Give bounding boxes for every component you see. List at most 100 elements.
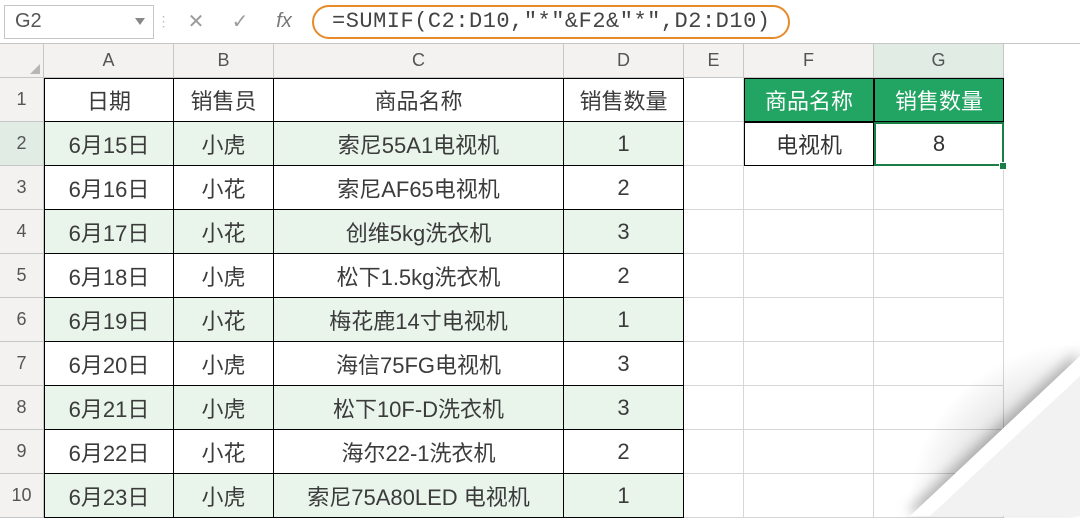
chevron-down-icon[interactable] [135,16,145,28]
cell-B3[interactable]: 小花 [174,166,274,210]
row-header[interactable]: 10 [0,474,44,518]
cell-D7[interactable]: 3 [564,342,684,386]
cell-F9[interactable] [744,430,874,474]
grid-area: A B C D E F G 日期 销售员 商品名称 销售数量 商品名称 销售数量… [44,44,1004,516]
table-row: 6月17日 小花 创维5kg洗衣机 3 [44,210,1004,254]
row-header[interactable]: 9 [0,430,44,474]
cell-G3[interactable] [874,166,1004,210]
row-header[interactable]: 2 [0,122,44,166]
cell-C2[interactable]: 索尼55A1电视机 [274,122,564,166]
cell-A10[interactable]: 6月23日 [44,474,174,518]
column-header[interactable]: E [684,44,744,78]
cell-G8[interactable] [874,386,1004,430]
cell-A5[interactable]: 6月18日 [44,254,174,298]
row-header[interactable]: 5 [0,254,44,298]
cell-F8[interactable] [744,386,874,430]
cell-D4[interactable]: 3 [564,210,684,254]
cell-B10[interactable]: 小虎 [174,474,274,518]
cell-D9[interactable]: 2 [564,430,684,474]
cell-B5[interactable]: 小虎 [174,254,274,298]
cell-A9[interactable]: 6月22日 [44,430,174,474]
row-header[interactable]: 4 [0,210,44,254]
name-box[interactable]: G2 [4,5,154,39]
fx-icon[interactable]: fx [262,5,306,39]
row-header[interactable]: 6 [0,298,44,342]
cell-G2[interactable]: 8 [874,122,1004,166]
cell-C9[interactable]: 海尔22-1洗衣机 [274,430,564,474]
cell-G6[interactable] [874,298,1004,342]
fill-handle-icon[interactable] [999,162,1007,170]
cell-E4[interactable] [684,210,744,254]
cancel-formula-button[interactable]: ✕ [174,5,218,39]
cell-D10[interactable]: 1 [564,474,684,518]
cell-C10[interactable]: 索尼75A80LED 电视机 [274,474,564,518]
row-header[interactable]: 8 [0,386,44,430]
cell-F7[interactable] [744,342,874,386]
cell-C5[interactable]: 松下1.5kg洗衣机 [274,254,564,298]
cell-C1[interactable]: 商品名称 [274,78,564,122]
cell-D1[interactable]: 销售数量 [564,78,684,122]
cell-F5[interactable] [744,254,874,298]
cell-E8[interactable] [684,386,744,430]
column-header[interactable]: C [274,44,564,78]
cell-G10[interactable] [874,474,1004,518]
row-header[interactable]: 3 [0,166,44,210]
cell-A7[interactable]: 6月20日 [44,342,174,386]
cell-B6[interactable]: 小花 [174,298,274,342]
cell-D2[interactable]: 1 [564,122,684,166]
cell-A8[interactable]: 6月21日 [44,386,174,430]
cell-E9[interactable] [684,430,744,474]
cell-G4[interactable] [874,210,1004,254]
cell-E1[interactable] [684,78,744,122]
formula-text: =SUMIF(C2:D10,"*"&F2&"*",D2:D10) [332,9,770,34]
cell-C6[interactable]: 梅花鹿14寸电视机 [274,298,564,342]
cell-A4[interactable]: 6月17日 [44,210,174,254]
cell-E7[interactable] [684,342,744,386]
cell-A1[interactable]: 日期 [44,78,174,122]
formula-input[interactable]: =SUMIF(C2:D10,"*"&F2&"*",D2:D10) [312,5,790,39]
cell-C8[interactable]: 松下10F-D洗衣机 [274,386,564,430]
table-row: 6月22日 小花 海尔22-1洗衣机 2 [44,430,1004,474]
cell-D6[interactable]: 1 [564,298,684,342]
cell-B1[interactable]: 销售员 [174,78,274,122]
column-header[interactable]: D [564,44,684,78]
cell-G9[interactable] [874,430,1004,474]
table-row: 日期 销售员 商品名称 销售数量 商品名称 销售数量 [44,78,1004,122]
cell-G7[interactable] [874,342,1004,386]
column-header[interactable]: G [874,44,1004,78]
cell-G1[interactable]: 销售数量 [874,78,1004,122]
cell-B2[interactable]: 小虎 [174,122,274,166]
cell-E2[interactable] [684,122,744,166]
select-all-corner[interactable] [0,44,44,78]
cell-F6[interactable] [744,298,874,342]
cell-B8[interactable]: 小虎 [174,386,274,430]
column-header[interactable]: F [744,44,874,78]
cell-F1[interactable]: 商品名称 [744,78,874,122]
cell-E3[interactable] [684,166,744,210]
cell-D5[interactable]: 2 [564,254,684,298]
cell-B4[interactable]: 小花 [174,210,274,254]
cell-B9[interactable]: 小花 [174,430,274,474]
confirm-formula-button[interactable]: ✓ [218,5,262,39]
cell-A3[interactable]: 6月16日 [44,166,174,210]
cell-C4[interactable]: 创维5kg洗衣机 [274,210,564,254]
row-header[interactable]: 7 [0,342,44,386]
cell-F4[interactable] [744,210,874,254]
cell-C3[interactable]: 索尼AF65电视机 [274,166,564,210]
cell-E5[interactable] [684,254,744,298]
cell-F10[interactable] [744,474,874,518]
cell-F2[interactable]: 电视机 [744,122,874,166]
column-header[interactable]: B [174,44,274,78]
column-header[interactable]: A [44,44,174,78]
cell-F3[interactable] [744,166,874,210]
cell-A6[interactable]: 6月19日 [44,298,174,342]
row-header[interactable]: 1 [0,78,44,122]
cell-E10[interactable] [684,474,744,518]
cell-G5[interactable] [874,254,1004,298]
cell-D3[interactable]: 2 [564,166,684,210]
cell-D8[interactable]: 3 [564,386,684,430]
cell-E6[interactable] [684,298,744,342]
cell-B7[interactable]: 小虎 [174,342,274,386]
cell-A2[interactable]: 6月15日 [44,122,174,166]
cell-C7[interactable]: 海信75FG电视机 [274,342,564,386]
